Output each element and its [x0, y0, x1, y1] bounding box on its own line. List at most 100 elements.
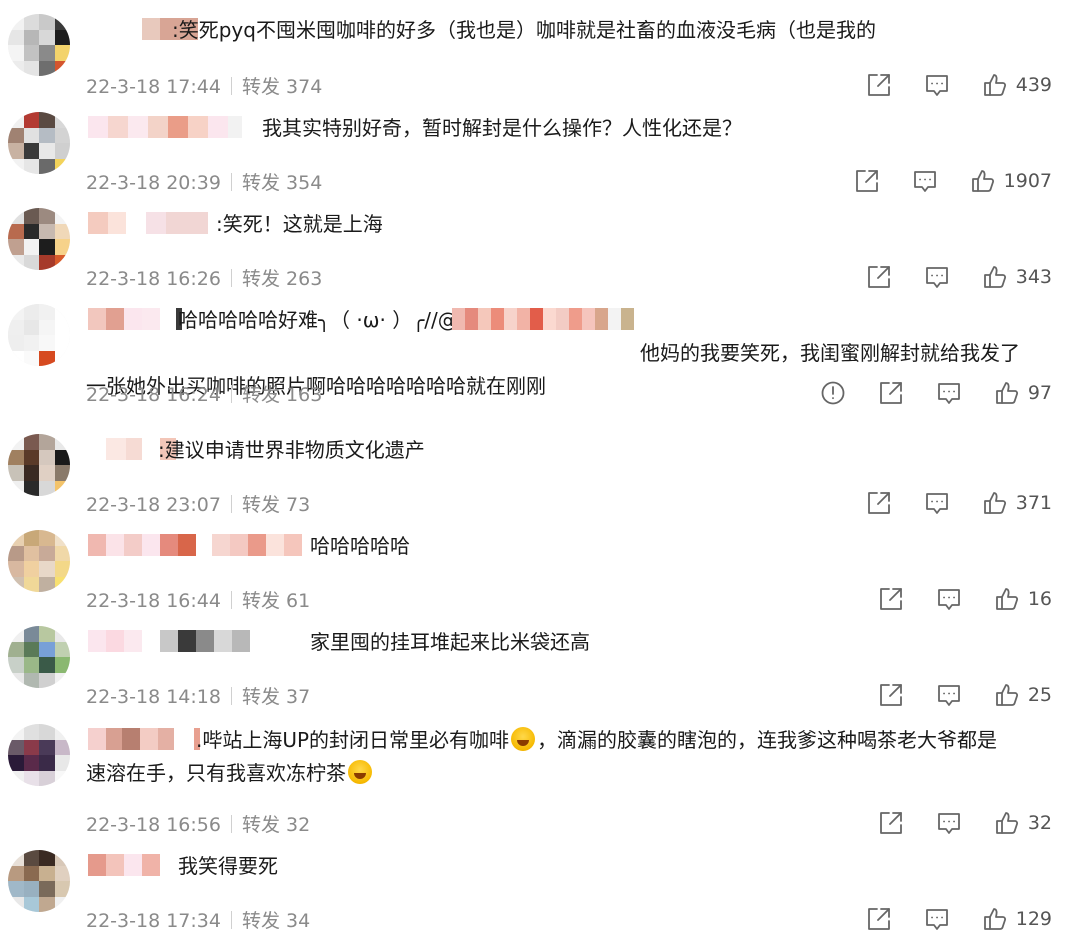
avatar[interactable]: [8, 304, 70, 366]
repost-count: 263: [286, 268, 323, 290]
reply-button[interactable]: [936, 810, 962, 836]
repost-label[interactable]: 转发: [242, 814, 280, 836]
like-button[interactable]: 16: [994, 586, 1052, 612]
share-button[interactable]: [866, 906, 892, 932]
comment-text-segment: .哔站上海UP的封闭日常里必有咖啡: [196, 728, 510, 752]
share-icon: [867, 74, 890, 96]
share-button[interactable]: [878, 810, 904, 836]
avatar[interactable]: [8, 850, 70, 912]
avatar-pixel: [54, 319, 70, 335]
comment-list: :笑死pyq不囤米囤咖啡的好多（我也是）咖啡就是社畜的血液没毛病（也是我的 22-…: [0, 0, 1080, 936]
comment-text: :建议申请世界非物质文化遗产: [158, 434, 425, 467]
like-count: 32: [1027, 812, 1052, 834]
share-icon: [867, 908, 890, 930]
repost-label[interactable]: 转发: [242, 268, 280, 290]
like-button[interactable]: 1907: [970, 168, 1052, 194]
reply-button[interactable]: [924, 490, 950, 516]
username-pixel: [88, 212, 108, 234]
avatar-pixel: [39, 335, 55, 351]
avatar-pixel: [8, 223, 24, 239]
meta-divider: [230, 385, 232, 403]
avatar-pixel: [23, 881, 39, 897]
avatar-pixel: [23, 350, 39, 366]
reply-button[interactable]: [924, 906, 950, 932]
share-button[interactable]: [878, 380, 904, 406]
avatar[interactable]: [8, 112, 70, 174]
avatar-pixel: [39, 223, 55, 239]
avatar-pixel: [54, 239, 70, 255]
repost-count: 354: [286, 172, 323, 194]
reply-button[interactable]: [936, 380, 962, 406]
username-mosaic[interactable]: [88, 728, 200, 750]
repost-label[interactable]: 转发: [242, 590, 280, 612]
avatar[interactable]: [8, 434, 70, 496]
like-button[interactable]: 129: [982, 906, 1052, 932]
username-mosaic[interactable]: [88, 212, 208, 234]
reply-button[interactable]: [936, 586, 962, 612]
share-button[interactable]: [866, 264, 892, 290]
avatar[interactable]: [8, 530, 70, 592]
repost-label[interactable]: 转发: [242, 686, 280, 708]
comment-date: 22-3-18 14:18: [86, 686, 221, 708]
comment-actions: 16: [846, 584, 1052, 614]
username-pixel: [106, 630, 124, 652]
username-mosaic[interactable]: [88, 308, 182, 330]
username-pixel: [88, 728, 106, 750]
username-pixel: [88, 116, 108, 138]
comment-text: 我其实特别好奇，暂时解封是什么操作？人性化还是？: [262, 112, 742, 145]
like-button[interactable]: 97: [994, 380, 1052, 406]
thumbs-up-icon: [983, 74, 1006, 96]
reply-button[interactable]: [924, 264, 950, 290]
like-button[interactable]: 343: [982, 264, 1052, 290]
avatar-pixel: [23, 770, 39, 786]
avatar[interactable]: [8, 14, 70, 76]
share-button[interactable]: [866, 72, 892, 98]
avatar-pixel: [39, 127, 55, 143]
like-button[interactable]: 371: [982, 490, 1052, 516]
username-pixel: [142, 854, 160, 876]
like-button[interactable]: 25: [994, 682, 1052, 708]
repost-label[interactable]: 转发: [242, 910, 280, 932]
username-mosaic[interactable]: [88, 534, 302, 556]
report-button[interactable]: [820, 380, 846, 406]
username-pixel: [232, 630, 250, 652]
reply-button[interactable]: [912, 168, 938, 194]
share-button[interactable]: [878, 586, 904, 612]
like-button[interactable]: 32: [994, 810, 1052, 836]
avatar-pixel: [54, 881, 70, 897]
repost-count: 34: [286, 910, 311, 932]
avatar-pixel: [23, 158, 39, 174]
avatar-pixel: [54, 29, 70, 45]
share-button[interactable]: [866, 490, 892, 516]
avatar-pixel: [23, 641, 39, 657]
avatar-pixel: [39, 14, 55, 30]
repost-label[interactable]: 转发: [242, 494, 280, 516]
comment-text: 家里囤的挂耳堆起来比米袋还高: [310, 626, 590, 659]
share-button[interactable]: [878, 682, 904, 708]
repost-count: 374: [286, 76, 323, 98]
repost-label[interactable]: 转发: [242, 384, 280, 406]
repost-label[interactable]: 转发: [242, 172, 280, 194]
username-pixel: [160, 534, 178, 556]
avatar-pixel: [23, 739, 39, 755]
share-button[interactable]: [854, 168, 880, 194]
meta-divider: [230, 77, 232, 95]
repost-label[interactable]: 转发: [242, 76, 280, 98]
avatar-pixel: [54, 545, 70, 561]
username-mosaic[interactable]: [88, 854, 174, 876]
avatar[interactable]: [8, 626, 70, 688]
reply-button[interactable]: [936, 682, 962, 708]
comment-icon: [937, 589, 960, 610]
avatar[interactable]: [8, 724, 70, 786]
username-pixel: [160, 308, 176, 330]
username-mosaic[interactable]: [88, 116, 242, 138]
username-mosaic[interactable]: [88, 630, 250, 652]
avatar[interactable]: [8, 208, 70, 270]
reply-button[interactable]: [924, 72, 950, 98]
avatar-pixel: [23, 449, 39, 465]
comment-text-segment: 家里囤的挂耳堆起来比米袋还高: [310, 630, 590, 654]
mention-mosaic[interactable]: [452, 308, 634, 330]
comment-meta: 22-3-18 23:07 转发 73: [86, 490, 310, 517]
like-button[interactable]: 439: [982, 72, 1052, 98]
username-pixel: [142, 534, 160, 556]
